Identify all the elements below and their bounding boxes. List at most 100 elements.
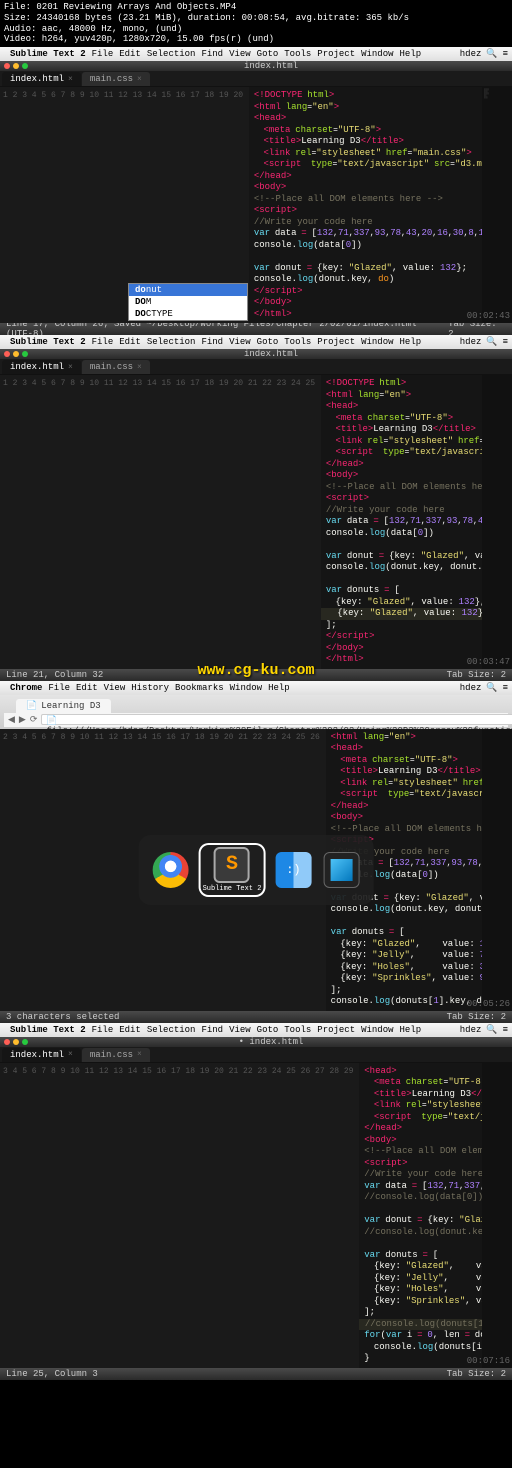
menu-file[interactable]: File <box>92 337 114 347</box>
browser-tab[interactable]: 📄Learning D3 <box>16 699 111 713</box>
tab-main-css[interactable]: main.css× <box>82 360 150 374</box>
menu-window[interactable]: Window <box>361 49 393 59</box>
menu-tools[interactable]: Tools <box>284 337 311 347</box>
minimize-icon[interactable] <box>13 1039 19 1045</box>
mac-menubar[interactable]: Sublime Text 2 File Edit Selection Find … <box>0 335 512 349</box>
tab-main-css[interactable]: main.css× <box>82 72 150 86</box>
mac-menubar[interactable]: Chrome File Edit View History Bookmarks … <box>0 681 512 695</box>
close-icon[interactable]: × <box>137 75 142 84</box>
switcher-chrome[interactable] <box>153 852 189 888</box>
close-icon[interactable] <box>4 351 10 357</box>
menu-find[interactable]: Find <box>201 49 223 59</box>
menubar-user[interactable]: hdez <box>460 337 482 347</box>
switcher-preview[interactable] <box>323 852 359 888</box>
close-icon[interactable]: × <box>68 75 73 84</box>
minimap[interactable] <box>482 729 512 1011</box>
menu-goto[interactable]: Goto <box>257 1025 279 1035</box>
code-editor[interactable]: 1 2 3 4 5 6 7 8 9 10 11 12 13 14 15 16 1… <box>0 87 512 323</box>
menu-selection[interactable]: Selection <box>147 1025 196 1035</box>
menu-file[interactable]: File <box>92 49 114 59</box>
close-icon[interactable]: × <box>137 363 142 372</box>
tab-bar[interactable]: index.html× main.css× <box>0 1047 512 1063</box>
zoom-icon[interactable] <box>22 351 28 357</box>
menu-file[interactable]: File <box>48 683 70 693</box>
menu-history[interactable]: History <box>131 683 169 693</box>
menu-project[interactable]: Project <box>317 49 355 59</box>
menu-app-name[interactable]: Sublime Text 2 <box>10 337 86 347</box>
tab-bar[interactable]: index.html× main.css× <box>0 359 512 375</box>
app-switcher[interactable]: Sublime Text 2 <box>139 835 374 905</box>
menu-project[interactable]: Project <box>317 1025 355 1035</box>
menubar-user[interactable]: hdez <box>460 1025 482 1035</box>
close-icon[interactable] <box>4 63 10 69</box>
menu-goto[interactable]: Goto <box>257 337 279 347</box>
menu-help[interactable]: Help <box>400 1025 422 1035</box>
menu-icon[interactable]: ≡ <box>503 49 508 59</box>
menu-find[interactable]: Find <box>201 337 223 347</box>
close-icon[interactable]: × <box>68 363 73 372</box>
menu-help[interactable]: Help <box>268 683 290 693</box>
menu-view[interactable]: View <box>229 1025 251 1035</box>
menu-view[interactable]: View <box>229 49 251 59</box>
menu-project[interactable]: Project <box>317 337 355 347</box>
menu-window[interactable]: Window <box>361 1025 393 1035</box>
forward-icon[interactable]: ▶ <box>19 715 26 725</box>
minimap[interactable] <box>482 1063 512 1368</box>
menu-goto[interactable]: Goto <box>257 49 279 59</box>
search-icon[interactable]: 🔍 <box>486 1025 497 1035</box>
menu-selection[interactable]: Selection <box>147 337 196 347</box>
menu-view[interactable]: View <box>229 337 251 347</box>
menu-edit[interactable]: Edit <box>119 49 141 59</box>
tab-index-html[interactable]: index.html× <box>2 360 81 374</box>
tab-index-html[interactable]: index.html× <box>2 72 81 86</box>
menu-view[interactable]: View <box>104 683 126 693</box>
close-icon[interactable]: × <box>137 1050 142 1059</box>
window-titlebar[interactable]: • index.html <box>0 1037 512 1047</box>
window-titlebar[interactable]: index.html <box>0 61 512 71</box>
menu-icon[interactable]: ≡ <box>503 683 508 693</box>
menu-tools[interactable]: Tools <box>284 49 311 59</box>
menu-selection[interactable]: Selection <box>147 49 196 59</box>
minimize-icon[interactable] <box>13 63 19 69</box>
search-icon[interactable]: 🔍 <box>486 337 497 347</box>
menu-edit[interactable]: Edit <box>76 683 98 693</box>
menubar-user[interactable]: hdez <box>460 49 482 59</box>
tab-index-html[interactable]: index.html× <box>2 1048 81 1062</box>
switcher-finder[interactable] <box>275 852 311 888</box>
menu-app-name[interactable]: Sublime Text 2 <box>10 49 86 59</box>
menu-edit[interactable]: Edit <box>119 1025 141 1035</box>
zoom-icon[interactable] <box>22 63 28 69</box>
code-area[interactable]: <!DOCTYPE html> <html lang="en"> <head> … <box>249 87 512 323</box>
autocomplete-item[interactable]: donut <box>129 284 247 296</box>
minimize-icon[interactable] <box>13 351 19 357</box>
menu-bookmarks[interactable]: Bookmarks <box>175 683 224 693</box>
autocomplete-item[interactable]: DOCTYPE <box>129 308 247 320</box>
search-icon[interactable]: 🔍 <box>486 49 497 59</box>
menu-file[interactable]: File <box>92 1025 114 1035</box>
window-titlebar[interactable]: index.html <box>0 349 512 359</box>
tab-bar[interactable]: index.html× main.css× <box>0 71 512 87</box>
zoom-icon[interactable] <box>22 1039 28 1045</box>
menu-help[interactable]: Help <box>400 49 422 59</box>
menu-app-name[interactable]: Chrome <box>10 683 42 693</box>
menu-window[interactable]: Window <box>230 683 262 693</box>
close-icon[interactable]: × <box>68 1050 73 1059</box>
code-editor[interactable]: 1 2 3 4 5 6 7 8 9 10 11 12 13 14 15 16 1… <box>0 375 512 669</box>
menubar-user[interactable]: hdez <box>460 683 482 693</box>
menu-icon[interactable]: ≡ <box>503 1025 508 1035</box>
mac-menubar[interactable]: Sublime Text 2 File Edit Selection Find … <box>0 47 512 61</box>
menu-window[interactable]: Window <box>361 337 393 347</box>
menu-tools[interactable]: Tools <box>284 1025 311 1035</box>
menu-help[interactable]: Help <box>400 337 422 347</box>
code-editor[interactable]: 3 4 5 6 7 8 9 10 11 12 13 14 15 16 17 18… <box>0 1063 512 1368</box>
close-icon[interactable] <box>4 1039 10 1045</box>
reload-icon[interactable]: ⟳ <box>30 715 38 725</box>
url-input[interactable]: 📄 file:///Users/hdez/Desktop/Working%20F… <box>41 714 512 725</box>
minimap[interactable]: ████████████████ <box>482 87 512 323</box>
autocomplete-item[interactable]: DOM <box>129 296 247 308</box>
mac-menubar[interactable]: Sublime Text 2 File Edit Selection Find … <box>0 1023 512 1037</box>
minimap[interactable] <box>482 375 512 669</box>
menu-icon[interactable]: ≡ <box>503 337 508 347</box>
menu-find[interactable]: Find <box>201 1025 223 1035</box>
autocomplete-popup[interactable]: donut DOM DOCTYPE <box>128 283 248 321</box>
